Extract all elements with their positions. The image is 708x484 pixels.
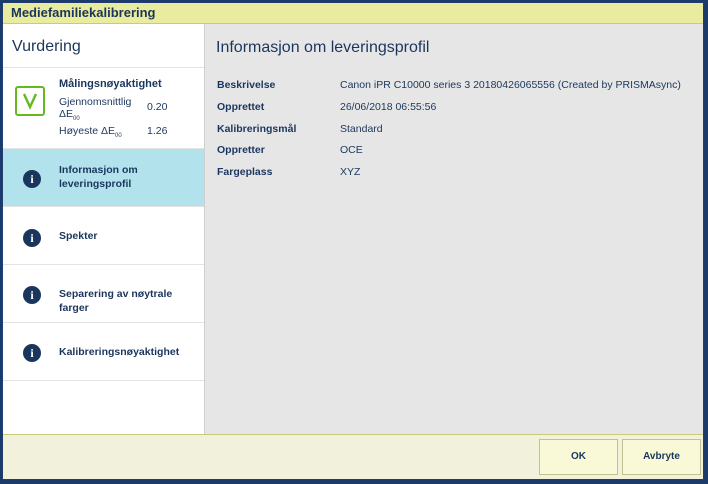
details-panel: Informasjon om leveringsprofil Beskrivel… [205,24,703,434]
label-line-1: Informasjon om [59,164,138,176]
info-icon: i [23,286,41,304]
max-delta-e-value: 1.26 [147,125,168,137]
sidebar-item-label: Kalibreringsnøyaktighet [59,346,180,358]
window-title: Mediefamiliekalibrering [11,5,156,20]
detail-value: Standard [340,123,383,135]
sidebar-item-neutral-separation[interactable]: i Separering av nøytrale farger [3,265,204,322]
check-icon [15,86,45,116]
sidebar-item-delivery-profile-info[interactable]: i Informasjon om leveringsprofil [3,149,204,206]
sidebar-item-calibration-accuracy[interactable]: i Kalibreringsnøyaktighet [3,323,204,380]
detail-label: Fargeplass [217,166,273,178]
detail-label: Beskrivelse [217,79,276,91]
info-icon: i [23,170,41,188]
info-icon: i [23,344,41,362]
ok-button[interactable]: OK [539,439,618,475]
detail-value: Canon iPR C10000 series 3 20180426065556… [340,79,681,91]
max-delta-e-label: Høyeste ΔE00 [59,125,122,142]
detail-label: Oppretter [217,144,265,156]
page-title: Informasjon om leveringsprofil [216,39,430,56]
sidebar-title: Vurdering [12,38,81,55]
label-line-2: leveringsprofil [59,178,132,190]
sidebar-item-gamut[interactable]: i Spekter [3,207,204,264]
delta-e-symbol: ΔE [59,108,74,120]
sidebar-item-label: Separering av nøytrale farger [59,288,173,314]
title-bar: Mediefamiliekalibrering [3,3,703,24]
average-delta-e-value: 0.20 [147,101,168,113]
average-delta-e-label: Gjennomsnittlig ΔE00 [59,96,131,125]
sidebar: Vurdering Målingsnøyaktighet Gjennomsnit… [3,24,205,434]
average-label-text: Gjennomsnittlig [59,96,132,108]
detail-value: 26/06/2018 06:55:56 [340,101,437,113]
summary-title: Målingsnøyaktighet [59,78,162,90]
footer-bar: OK Avbryte [3,434,703,479]
sidebar-item-label: Spekter [59,230,98,242]
max-label-text: Høyeste ΔE [59,125,116,137]
divider [3,380,204,381]
sidebar-item-label: Informasjon om leveringsprofil [59,163,199,191]
cancel-button[interactable]: Avbryte [622,439,701,475]
detail-value: OCE [340,144,363,156]
delta-e-subscript: 00 [73,116,80,123]
detail-value: XYZ [340,166,361,178]
detail-label: Opprettet [217,101,265,113]
calibration-window: Mediefamiliekalibrering Vurdering Måling… [2,2,704,480]
detail-label: Kalibreringsmål [217,123,297,135]
info-icon: i [23,229,41,247]
measurement-accuracy-summary: Målingsnøyaktighet Gjennomsnittlig ΔE00 … [3,67,204,148]
max-delta-e-subscript: 00 [115,133,122,140]
